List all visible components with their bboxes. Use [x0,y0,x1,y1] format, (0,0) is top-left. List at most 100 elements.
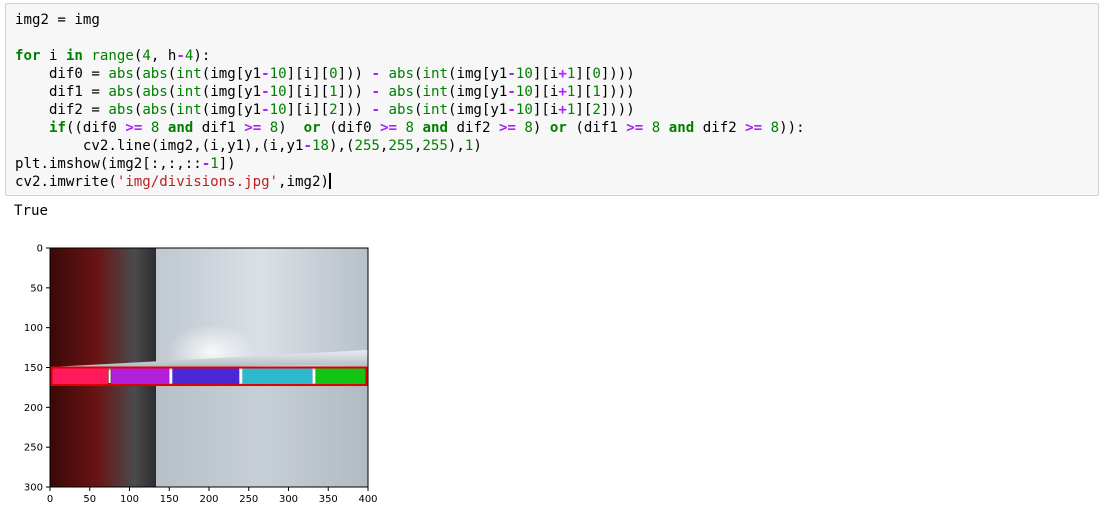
code-token: 10 [269,102,287,118]
code-token: cv2.imwrite( [15,174,117,190]
x-tick-label: 0 [47,494,53,505]
code-token: in [65,48,83,64]
x-tick-label: 150 [160,494,179,505]
code-token: ][i][ [286,84,330,100]
code-token: , h [150,48,177,64]
code-token: int [422,102,448,118]
code-token: ((dif0 [65,120,126,136]
y-tick-label: 250 [24,443,43,454]
color-strip [50,366,368,387]
strip-segment [172,367,240,386]
code-token: - [201,156,211,172]
code-token: ][ [575,66,593,82]
code-token: ][ [575,84,593,100]
code-token: abs [388,84,414,100]
code-token: ]))) [600,102,635,118]
code-token: - [303,138,313,154]
plot-canvas: 0 50 100 150 200 250 300 0 50 100 150 200 250 300 350… [24,244,378,506]
x-tick-label: 400 [358,494,377,505]
code-token: ]))) [600,84,635,100]
code-token: ) [278,120,304,136]
code-token: >= [626,120,644,136]
code-token: + [558,66,567,82]
code-token: 8 [651,120,661,136]
code-token: - [371,84,381,100]
code-token: ), [447,138,465,154]
code-token: and [422,120,449,136]
strip-segment [51,367,109,386]
code-token: range [91,48,134,64]
code-token: 255 [388,138,414,154]
code-token: ,img2) [278,174,329,190]
code-token: plt.imshow(img2[:,:,:: [15,156,202,172]
code-editor[interactable]: img2 = img for i in range(4, h-4): dif0 … [6,4,1098,191]
code-token: ][i [532,102,559,118]
code-token: ( [167,66,177,82]
code-token: (img[y1 [447,84,508,100]
code-token: ) [473,138,482,154]
code-token: abs [388,66,414,82]
code-token: int [176,66,202,82]
strip-segment [242,367,313,386]
code-token: abs [142,84,168,100]
code-token: 8 [405,120,415,136]
code-token: 'img/divisions.jpg' [116,174,279,190]
code-token: 8 [770,120,780,136]
code-token: - [507,84,516,100]
code-token: >= [745,120,763,136]
code-token: - [371,66,381,82]
y-tick-label: 150 [24,363,43,374]
y-tick-label: 0 [37,244,43,255]
strip-segment [111,367,170,386]
code-token: - [261,84,270,100]
code-token: 10 [515,102,533,118]
code-token: i [40,48,66,64]
code-token: 10 [269,84,287,100]
code-token: 2 [329,102,338,118]
y-tick-label: 100 [24,323,43,334]
code-token: img2 = img [15,12,100,28]
code-token: and [167,120,194,136]
code-token: 1 [329,84,338,100]
code-token: 8 [269,120,279,136]
code-token: or [549,120,567,136]
code-token: (img[y1 [447,102,508,118]
code-token: cv2.line(img2,(i,y1),(i,y1 [15,138,304,154]
code-token: and [668,120,695,136]
code-token: + [558,102,567,118]
code-token: 8 [524,120,533,136]
code-token: - [176,48,185,64]
code-token: - [371,102,381,118]
code-token: 255 [354,138,380,154]
code-token: (dif0 [320,120,381,136]
code-token: ]) [218,156,236,172]
code-cell-input[interactable]: img2 = img for i in range(4, h-4): dif0 … [5,3,1099,196]
code-token: ( [414,84,423,100]
code-token: >= [244,120,262,136]
code-token: if [48,120,66,136]
code-token: ][i][ [286,66,330,82]
code-token: ][i [532,66,559,82]
code-token: + [558,84,567,100]
y-axis: 0 50 100 150 200 250 300 [24,244,50,494]
code-token: ),( [328,138,355,154]
code-token: ][ [575,102,593,118]
code-token: abs [108,84,134,100]
code-token: ) [532,120,550,136]
code-token: (dif1 [566,120,627,136]
imshow-plot: 0 50 100 150 200 250 300 0 50 100 150 200 250 300 350… [0,232,400,508]
code-token: abs [108,66,134,82]
code-token: >= [498,120,516,136]
x-tick-label: 350 [319,494,338,505]
y-tick-label: 200 [24,403,43,414]
code-token: abs [142,102,168,118]
code-token: 18 [312,138,329,154]
